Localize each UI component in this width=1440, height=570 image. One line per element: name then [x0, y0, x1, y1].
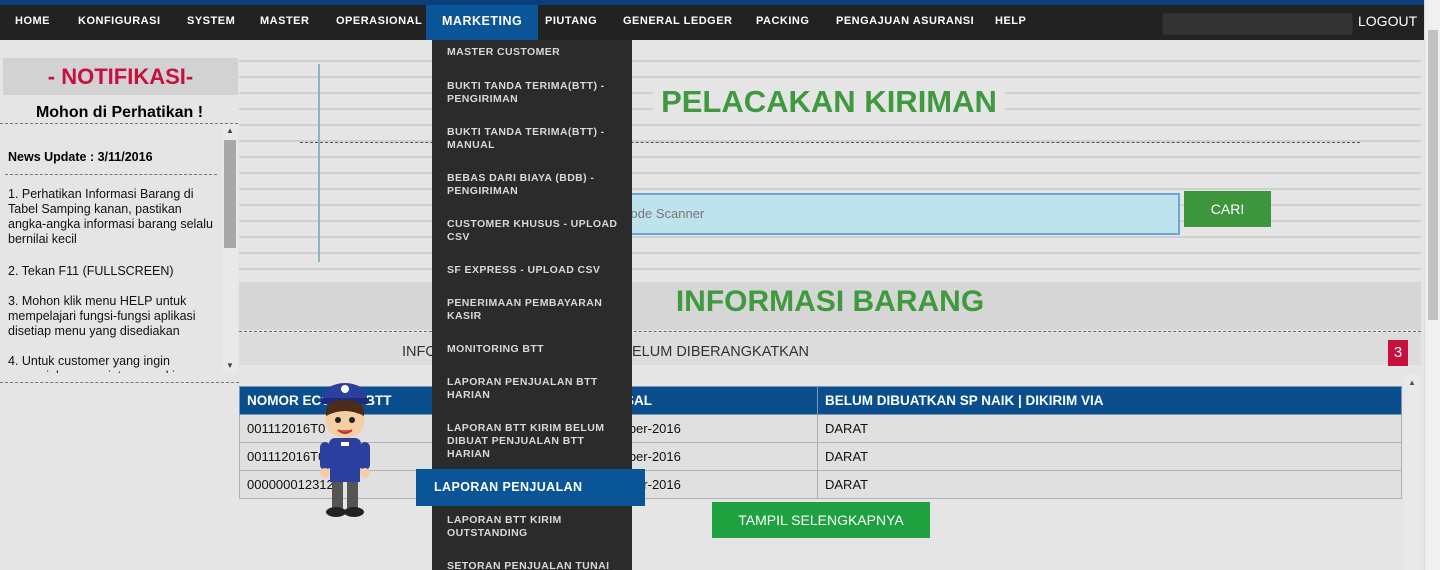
- table-scrollbar[interactable]: ▲: [1404, 374, 1420, 570]
- logout-link[interactable]: LOGOUT: [1358, 5, 1417, 40]
- notification-scrollbar[interactable]: ▲ ▼: [222, 124, 238, 372]
- menu-item-master-customer[interactable]: MASTER CUSTOMER: [447, 46, 622, 59]
- page-scrollbar-thumb[interactable]: [1428, 30, 1438, 320]
- nav-piutang[interactable]: PIUTANG: [545, 5, 597, 40]
- notification-panel: - NOTIFIKASI- Mohon di Perhatikan ! News…: [0, 55, 239, 381]
- table-header-row: NOMOR ECO / BTT SAL BELUM DIBUATKAN SP NA…: [239, 386, 1402, 415]
- menu-item-monitoring-btt[interactable]: MONITORING BTT: [447, 343, 622, 356]
- nav-master[interactable]: MASTER: [260, 5, 309, 40]
- cell-via: DARAT: [817, 414, 1402, 443]
- menu-item-bdb-pengiriman[interactable]: BEBAS DARI BIAYA (BDB) - PENGIRIMAN: [447, 172, 622, 198]
- menu-item-btt-pengiriman[interactable]: BUKTI TANDA TERIMA(BTT) - PENGIRIMAN: [447, 80, 622, 106]
- menu-item-laporan-btt-kirim-belum[interactable]: LAPORAN BTT KIRIM BELUM DIBUAT PENJUALAN…: [447, 422, 622, 461]
- news-item: 3. Mohon klik menu HELP untuk mempelajar…: [8, 294, 196, 338]
- cell-via: DARAT: [817, 470, 1402, 499]
- nav-pengajuan-asuransi[interactable]: PENGAJUAN ASURANSI: [836, 5, 974, 40]
- menu-item-customer-khusus-upload[interactable]: CUSTOMER KHUSUS - UPLOAD CSV: [447, 218, 622, 244]
- table-row[interactable]: 000000012312 mber-2016 DARAT: [239, 470, 1402, 499]
- notification-body: News Update : 3/11/2016 1. Perhatikan In…: [0, 123, 238, 373]
- info-table: NOMOR ECO / BTT SAL BELUM DIBUATKAN SP NA…: [239, 386, 1402, 499]
- col-header-via: BELUM DIBUATKAN SP NAIK | DIKIRIM VIA: [817, 386, 1402, 415]
- scroll-up-icon[interactable]: ▲: [1408, 378, 1416, 387]
- menu-item-btt-manual[interactable]: BUKTI TANDA TERIMA(BTT) - MANUAL: [447, 126, 622, 152]
- nav-marketing[interactable]: MARKETING: [426, 5, 539, 40]
- nav-help[interactable]: HELP: [995, 5, 1026, 40]
- nav-home[interactable]: HOME: [15, 5, 50, 40]
- search-button[interactable]: CARI: [1184, 191, 1271, 227]
- nav-system[interactable]: SYSTEM: [187, 5, 235, 40]
- info-title: INFORMASI BARANG: [675, 285, 985, 318]
- news-item: 4. Untuk customer yang ingin mengajukan …: [8, 354, 189, 373]
- divider: [5, 174, 217, 175]
- count-badge[interactable]: 3: [1388, 340, 1408, 366]
- divider: [239, 331, 1421, 332]
- nav-konfigurasi[interactable]: KONFIGURASI: [78, 5, 161, 40]
- menu-item-laporan-penjualan-btt-harian[interactable]: LAPORAN PENJUALAN BTT HARIAN: [447, 376, 622, 402]
- notification-title: - NOTIFIKASI-: [3, 58, 238, 95]
- main-navbar: HOME KONFIGURASI SYSTEM MASTER OPERASION…: [0, 5, 1424, 40]
- mascot-image: [320, 383, 370, 517]
- table-row[interactable]: 001112016T0 mber-2016 DARAT: [239, 414, 1402, 443]
- nav-search-input[interactable]: [1162, 13, 1353, 35]
- cell-via: DARAT: [817, 442, 1402, 471]
- tracking-title-text: PELACAKAN KIRIMAN: [653, 84, 1005, 119]
- notification-subtitle: Mohon di Perhatikan !: [35, 104, 204, 121]
- page-scrollbar[interactable]: [1424, 0, 1440, 570]
- scroll-down-icon[interactable]: ▼: [226, 361, 234, 370]
- show-more-button[interactable]: TAMPIL SELENGKAPNYA: [712, 502, 930, 538]
- tracking-title: PELACAKAN KIRIMAN: [238, 84, 1420, 120]
- menu-item-setoran-penjualan-tunai[interactable]: SETORAN PENJUALAN TUNAI: [447, 560, 622, 570]
- barcode-search-input[interactable]: akan Barcode Scanner: [560, 193, 1180, 235]
- notification-scrollbar-thumb[interactable]: [224, 140, 236, 248]
- nav-packing[interactable]: PACKING: [756, 5, 809, 40]
- menu-item-sf-express-upload[interactable]: SF EXPRESS - UPLOAD CSV: [447, 264, 622, 277]
- nav-general-ledger[interactable]: GENERAL LEDGER: [623, 5, 732, 40]
- scroll-up-icon[interactable]: ▲: [226, 126, 234, 135]
- news-item: 2. Tekan F11 (FULLSCREEN): [8, 264, 174, 278]
- news-item: 1. Perhatikan Informasi Barang di Tabel …: [8, 187, 213, 246]
- menu-item-penerimaan-pembayaran[interactable]: PENERIMAAN PEMBAYARAN KASIR: [447, 297, 622, 323]
- divider: [0, 382, 239, 383]
- table-row[interactable]: 001112016T0 mber-2016 DARAT: [239, 442, 1402, 471]
- news-update-heading: News Update : 3/11/2016: [8, 150, 153, 164]
- menu-item-laporan-penjualan[interactable]: LAPORAN PENJUALAN: [416, 469, 645, 506]
- menu-item-laporan-btt-outstanding[interactable]: LAPORAN BTT KIRIM OUTSTANDING: [447, 514, 622, 540]
- nav-operasional[interactable]: OPERASIONAL: [336, 5, 422, 40]
- info-bar-label-right: ELUM DIBERANGKATKAN: [632, 344, 809, 360]
